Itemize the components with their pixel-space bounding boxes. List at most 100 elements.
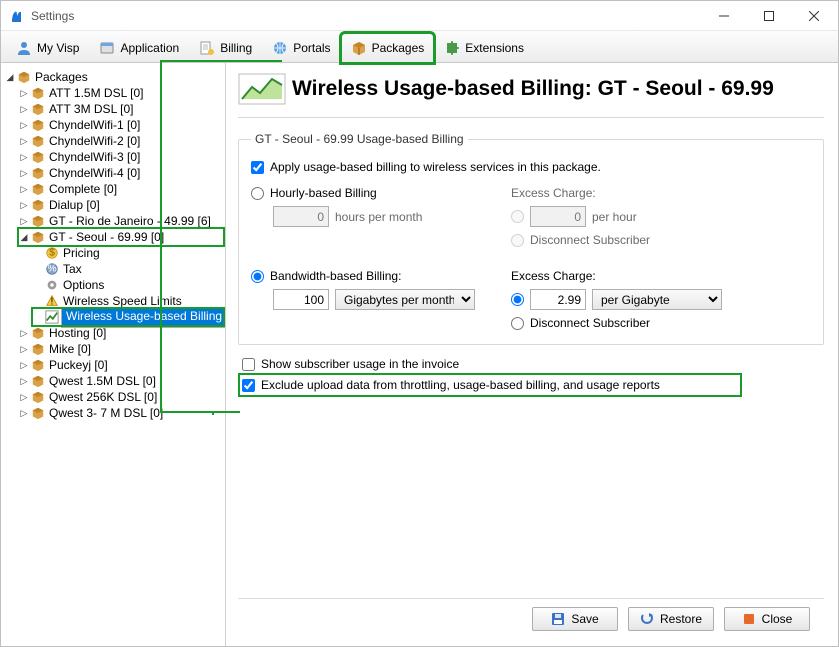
per-hour-value-input[interactable] [530,206,586,227]
tree-item-label: GT - Rio de Janeiro - 49.99 [6] [47,213,213,229]
tree-item[interactable]: ▷ Hosting [0] [19,325,223,341]
save-button[interactable]: Save [532,607,618,631]
tree-child-label: Pricing [61,245,102,261]
tree-item[interactable]: ▷ChyndelWifi-1 [0] [19,117,223,133]
content-area: ◢ Packages ▷ATT 1.5M DSL [0] ▷ATT 3M DSL… [1,63,838,646]
hourly-radio[interactable]: Hourly-based Billing [251,186,501,200]
expand-icon[interactable]: ▷ [19,344,29,354]
maximize-button[interactable] [746,1,791,30]
hourly-label: Hourly-based Billing [270,186,377,200]
expand-icon[interactable]: ▷ [19,184,29,194]
exclude-upload-input[interactable] [242,379,255,392]
tab-my-visp[interactable]: My Visp [7,34,88,62]
per-gb-unit-select[interactable]: per Gigabyte [592,289,722,310]
expand-icon[interactable]: ▷ [19,216,29,226]
tree-child-options[interactable]: Options [33,277,223,293]
per-hour-unit: per hour [592,210,637,224]
tree-item-label: GT - Seoul - 69.99 [0] [47,229,166,245]
disconnect-radio-input-2[interactable] [511,317,524,330]
bandwidth-value-input[interactable] [273,289,329,310]
package-icon [31,326,45,340]
collapse-icon[interactable]: ◢ [19,232,29,242]
disconnect-radio-2[interactable]: Disconnect Subscriber [511,316,811,330]
tree-item-gt-seoul[interactable]: ◢ GT - Seoul - 69.99 [0] [19,229,223,245]
tree-child-usage-billing[interactable]: Wireless Usage-based Billing [33,309,223,325]
tree-item[interactable]: ▷ChyndelWifi-4 [0] [19,165,223,181]
tab-packages[interactable]: Packages [342,34,434,62]
tree-root[interactable]: ◢ Packages [5,69,223,85]
close-button[interactable]: Close [724,607,810,631]
chart-icon [238,73,286,105]
expand-icon[interactable]: ▷ [19,120,29,130]
expand-icon[interactable]: ▷ [19,152,29,162]
per-hour-radio-input[interactable] [511,210,524,223]
package-icon [31,166,45,180]
tree-item[interactable]: ▷Dialup [0] [19,197,223,213]
exclude-upload-checkbox[interactable]: Exclude upload data from throttling, usa… [240,375,740,395]
save-label: Save [571,612,598,626]
expand-icon[interactable]: ▷ [19,360,29,370]
close-window-button[interactable] [791,1,836,30]
tab-application[interactable]: Application [90,34,188,62]
per-gb-value-input[interactable] [530,289,586,310]
tree-item[interactable]: ▷ATT 3M DSL [0] [19,101,223,117]
tree-child-pricing[interactable]: $Pricing [33,245,223,261]
tree-item[interactable]: ▷ChyndelWifi-3 [0] [19,149,223,165]
tab-label: Portals [293,42,330,54]
expand-icon[interactable]: ▷ [19,168,29,178]
tab-extensions[interactable]: Extensions [435,34,533,62]
hourly-radio-input[interactable] [251,187,264,200]
apply-usage-checkbox[interactable]: Apply usage-based billing to wireless se… [251,160,811,174]
disconnect-radio-1[interactable]: Disconnect Subscriber [511,233,811,247]
tree-item[interactable]: ▷ATT 1.5M DSL [0] [19,85,223,101]
expand-icon[interactable]: ▷ [19,392,29,402]
tree-item[interactable]: ▷ GT - Rio de Janeiro - 49.99 [6] [19,213,223,229]
puzzle-icon [444,40,460,56]
disconnect-radio-input-1[interactable] [511,234,524,247]
dialog-footer: Save Restore Close [238,598,824,638]
tree-item[interactable]: ▷ Puckeyj [0] [19,357,223,373]
tab-billing[interactable]: Billing [190,34,261,62]
hourly-value-input[interactable] [273,206,329,227]
bandwidth-radio-input[interactable] [251,270,264,283]
expand-icon[interactable]: ▷ [19,104,29,114]
tree-child-tax[interactable]: %Tax [33,261,223,277]
tree-item[interactable]: ▷ChyndelWifi-2 [0] [19,133,223,149]
tree-child-label: Options [61,277,106,293]
package-icon [31,150,45,164]
expand-icon[interactable]: ▷ [19,88,29,98]
group-legend: GT - Seoul - 69.99 Usage-based Billing [251,132,468,146]
restore-button[interactable]: Restore [628,607,714,631]
expand-icon[interactable]: ▷ [19,200,29,210]
apply-usage-input[interactable] [251,161,264,174]
tree-item[interactable]: ▷Qwest 3- 7 M DSL [0] [19,405,223,421]
expand-icon[interactable]: ▷ [19,136,29,146]
per-hour-radio[interactable]: per hour [511,206,811,227]
package-icon [31,230,45,244]
tree-item[interactable]: ▷ Mike [0] [19,341,223,357]
expand-icon[interactable]: ▷ [19,408,29,418]
tree-item-label: Hosting [0] [47,325,108,341]
collapse-icon[interactable]: ◢ [5,72,15,82]
tree-item[interactable]: ▷ Qwest 256K DSL [0] [19,389,223,405]
show-usage-checkbox[interactable]: Show subscriber usage in the invoice [242,357,824,371]
close-label: Close [762,612,793,626]
tree-item[interactable]: ▷Complete [0] [19,181,223,197]
expand-icon[interactable]: ▷ [19,376,29,386]
tree-item-label: Mike [0] [47,341,93,357]
show-usage-input[interactable] [242,358,255,371]
bandwidth-radio[interactable]: Bandwidth-based Billing: [251,269,501,283]
tree-item[interactable]: ▷Qwest 1.5M DSL [0] [19,373,223,389]
per-gb-radio-input[interactable] [511,293,524,306]
package-tree[interactable]: ◢ Packages ▷ATT 1.5M DSL [0] ▷ATT 3M DSL… [1,63,226,646]
expand-icon[interactable]: ▷ [19,328,29,338]
tree-item-label: Puckeyj [0] [47,357,110,373]
main-panel: Wireless Usage-based Billing: GT - Seoul… [226,63,838,646]
disconnect-label-2: Disconnect Subscriber [530,316,650,330]
per-gb-radio[interactable]: per Gigabyte [511,289,811,310]
tree-item-label: Qwest 256K DSL [0] [47,389,159,405]
bandwidth-unit-select[interactable]: Gigabytes per month [335,289,475,310]
minimize-button[interactable] [701,1,746,30]
tab-portals[interactable]: Portals [263,34,339,62]
package-icon [31,342,45,356]
